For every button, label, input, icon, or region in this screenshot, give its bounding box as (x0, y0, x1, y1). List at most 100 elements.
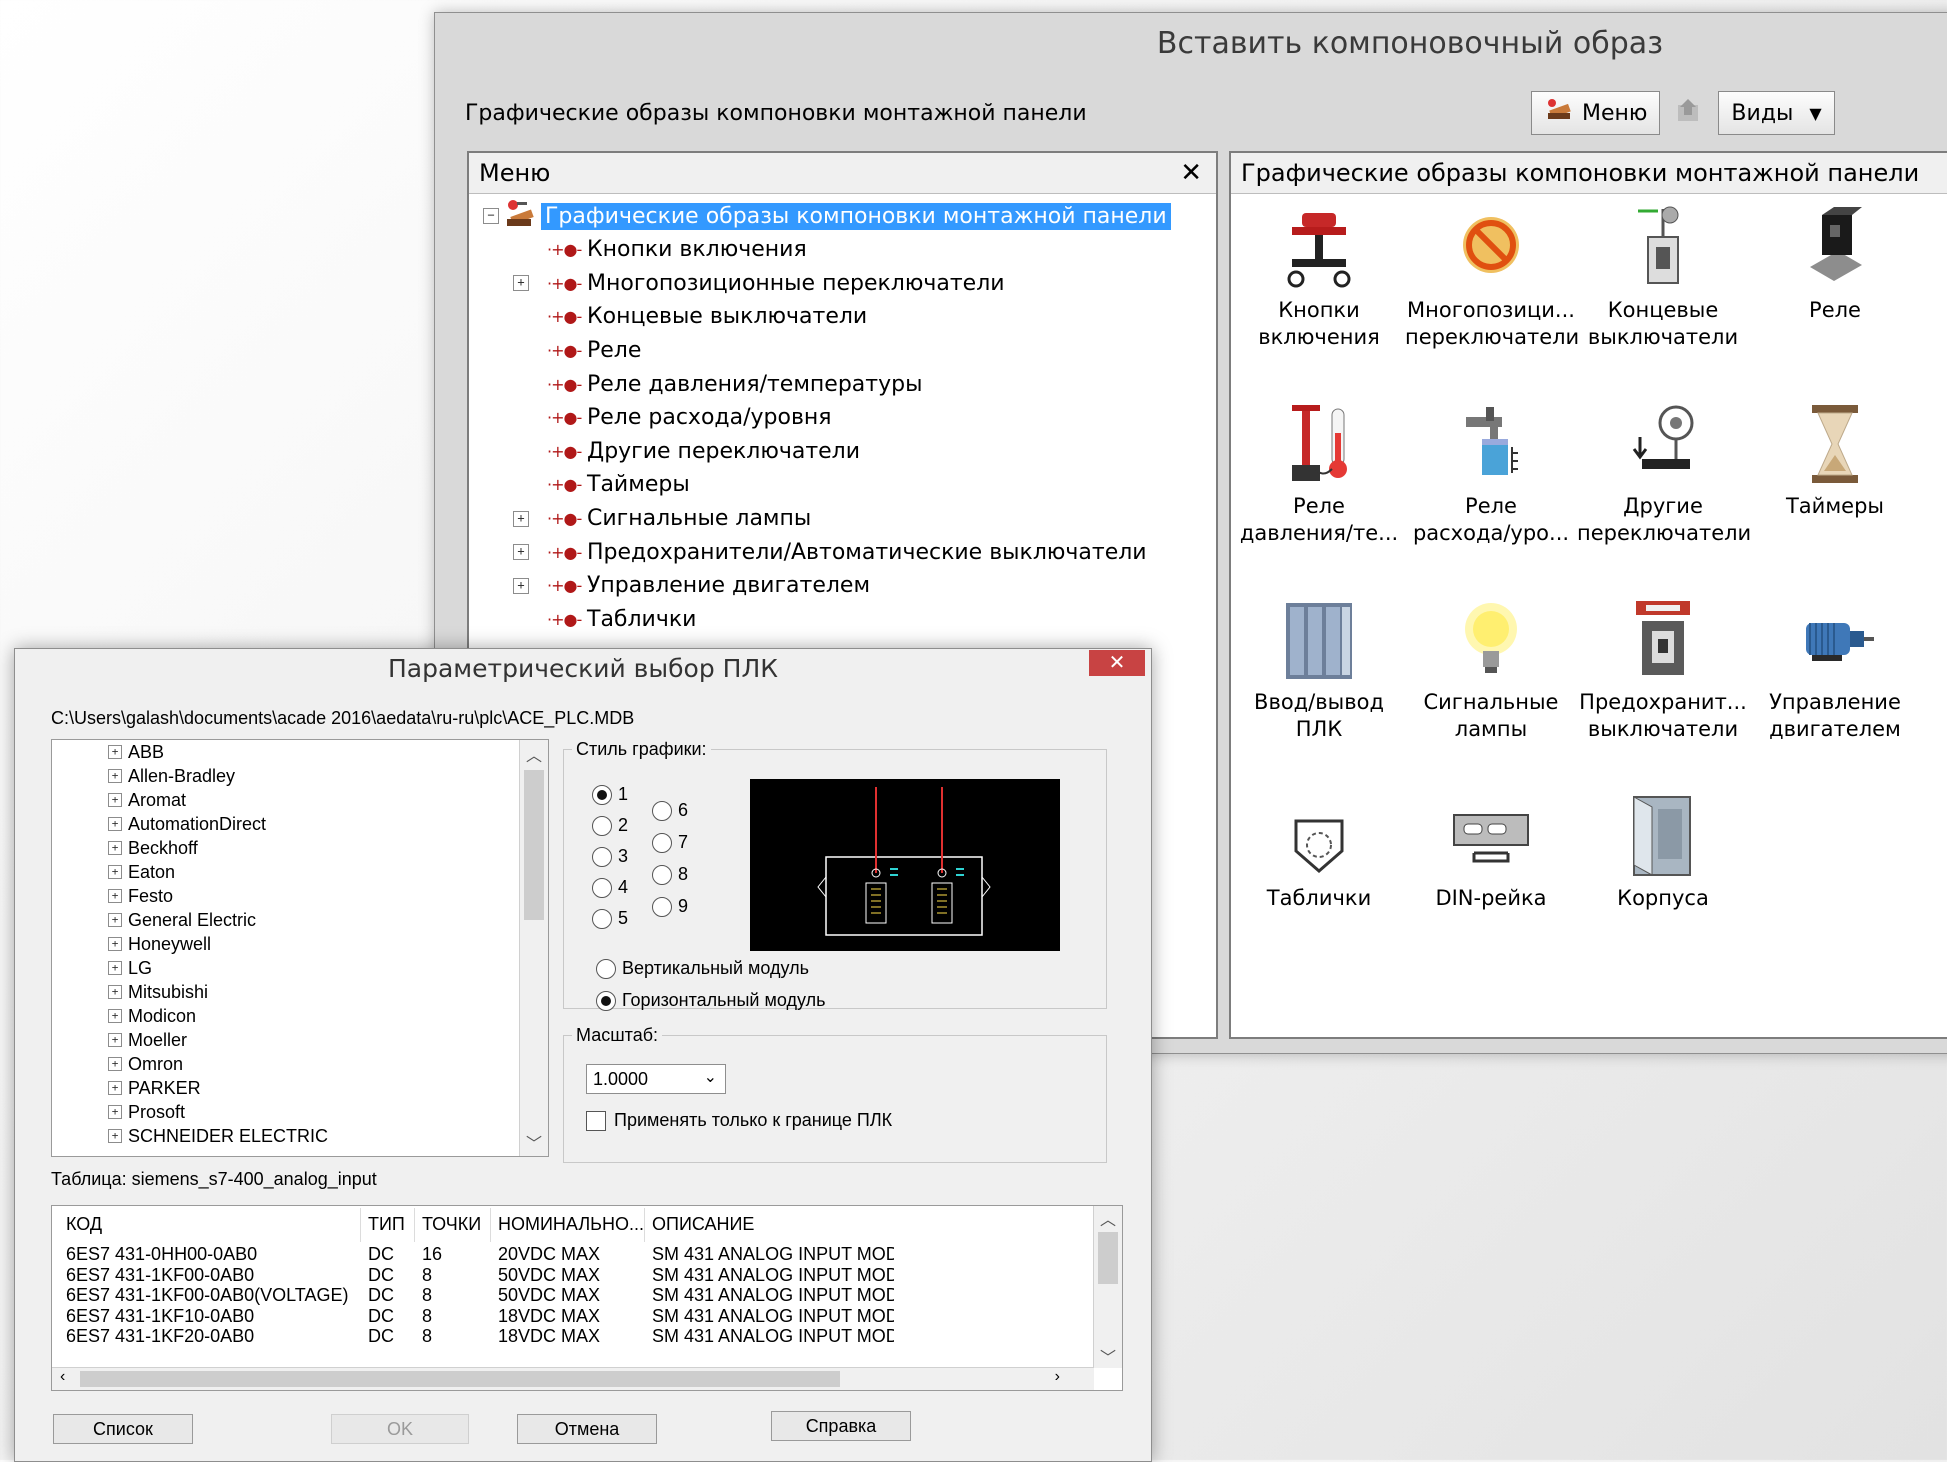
menu-toggle-button[interactable]: Меню (1531, 91, 1661, 135)
ok-button[interactable]: OK (331, 1414, 469, 1444)
graphic-style-option[interactable]: 8 (652, 864, 688, 885)
expand-icon[interactable]: + (108, 769, 122, 783)
expand-icon[interactable]: + (513, 510, 529, 527)
vertical-scrollbar[interactable]: ︿ ﹀ (519, 740, 548, 1156)
column-separator[interactable] (360, 1208, 361, 1242)
manufacturer-item[interactable]: + Modicon (108, 1004, 196, 1028)
help-button[interactable]: Справка (771, 1411, 911, 1441)
manufacturer-item[interactable]: + Honeywell (108, 932, 211, 956)
table-vertical-scrollbar[interactable]: ︿ ﹀ (1093, 1206, 1122, 1368)
close-button[interactable]: ✕ (1089, 650, 1145, 676)
manufacturer-item[interactable]: + Eaton (108, 860, 175, 884)
graphic-style-option[interactable]: 5 (592, 908, 628, 929)
manufacturer-item[interactable]: + Mitsubishi (108, 980, 208, 1004)
manufacturer-item[interactable]: + General Electric (108, 908, 256, 932)
menu-tree-item[interactable]: ·+●- Таблички (519, 603, 1147, 637)
footprint-category-enclosure[interactable]: Корпуса (1577, 791, 1749, 912)
expand-icon[interactable]: + (108, 745, 122, 759)
graphic-style-option[interactable]: 4 (592, 877, 628, 898)
menu-tree-item[interactable]: + ·+●- Сигнальные лампы (513, 502, 1147, 536)
manufacturer-item[interactable]: + PARKER (108, 1076, 201, 1100)
menu-tree-item[interactable]: ·+●- Реле давления/температуры (519, 367, 1147, 401)
plc-codes-table[interactable]: КОД ТИП ТОЧКИ НОМИНАЛЬНО... ОПИСАНИЕ 6ES7 43… (51, 1205, 1123, 1391)
expand-icon[interactable]: + (108, 1057, 122, 1071)
boundary-only-checkbox[interactable]: Применять только к границе ПЛК (586, 1110, 892, 1131)
expand-icon[interactable]: + (513, 275, 529, 292)
expand-icon[interactable]: + (108, 913, 122, 927)
manufacturer-item[interactable]: + LG (108, 956, 152, 980)
manufacturer-item[interactable]: + Beckhoff (108, 836, 198, 860)
close-icon[interactable]: ✕ (1180, 153, 1202, 193)
graphic-style-option[interactable]: 9 (652, 896, 688, 917)
expand-icon[interactable]: + (108, 985, 122, 999)
footprint-category-motor[interactable]: Управление двигателем (1749, 595, 1921, 743)
scroll-right-icon[interactable]: › (1055, 1368, 1060, 1386)
menu-tree-item[interactable]: ·+●- Таймеры (519, 468, 1147, 502)
table-horizontal-scrollbar[interactable]: ‹ › (52, 1367, 1094, 1390)
expand-icon[interactable]: + (108, 865, 122, 879)
menu-tree-item[interactable]: ·+●- Кнопки включения (519, 233, 1147, 267)
manufacturer-item[interactable]: + Omron (108, 1052, 183, 1076)
manufacturer-item[interactable]: + ABB (108, 740, 164, 764)
footprint-category-relay[interactable]: Реле (1749, 203, 1921, 324)
views-dropdown-button[interactable]: Виды ▼ (1718, 91, 1835, 135)
vertical-module-radio[interactable]: Вертикальный модуль (596, 958, 809, 979)
horizontal-module-radio[interactable]: Горизонтальный модуль (596, 990, 825, 1011)
menu-tree-item[interactable]: ·+●- Концевые выключатели (519, 300, 1147, 334)
graphic-style-option[interactable]: 7 (652, 832, 688, 853)
manufacturer-item[interactable]: + SCHNEIDER ELECTRIC (108, 1124, 328, 1148)
scroll-thumb[interactable] (80, 1371, 840, 1387)
expand-icon[interactable]: + (108, 1033, 122, 1047)
expand-icon[interactable]: + (108, 961, 122, 975)
menu-tree-item[interactable]: + ·+●- Многопозиционные переключатели (513, 267, 1147, 301)
manufacturer-item[interactable]: + Festo (108, 884, 173, 908)
expand-icon[interactable]: + (108, 793, 122, 807)
cancel-button[interactable]: Отмена (517, 1414, 657, 1444)
footprint-category-plc-io[interactable]: Ввод/вывод ПЛК (1233, 595, 1405, 743)
scroll-thumb[interactable] (1098, 1232, 1118, 1284)
column-header[interactable]: НОМИНАЛЬНО... (498, 1214, 648, 1238)
column-separator[interactable] (490, 1208, 491, 1242)
expand-icon[interactable]: + (108, 889, 122, 903)
up-level-button[interactable] (1670, 91, 1708, 135)
expand-icon[interactable]: + (108, 1129, 122, 1143)
expand-icon[interactable]: + (108, 841, 122, 855)
manufacturer-item[interactable]: + Prosoft (108, 1100, 185, 1124)
footprint-category-hourglass[interactable]: Таймеры (1749, 399, 1921, 520)
expand-icon[interactable]: + (108, 1009, 122, 1023)
expand-icon[interactable]: + (513, 577, 529, 594)
column-header[interactable]: ТОЧКИ (422, 1214, 492, 1238)
collapse-icon[interactable]: − (483, 208, 499, 224)
scroll-up-icon[interactable]: ︿ (520, 742, 548, 766)
footprint-category-lightbulb[interactable]: Сигнальные лампы (1405, 595, 1577, 743)
manufacturer-item[interactable]: + Allen-Bradley (108, 764, 235, 788)
footprint-category-flow-level[interactable]: Реле расхода/уро... (1405, 399, 1577, 547)
expand-icon[interactable]: + (108, 817, 122, 831)
menu-tree-item[interactable]: ·+●- Реле расхода/уровня (519, 401, 1147, 435)
menu-tree-item[interactable]: + ·+●- Управление двигателем (513, 569, 1147, 603)
manufacturer-item[interactable]: + AutomationDirect (108, 812, 266, 836)
scroll-down-icon[interactable]: ﹀ (1094, 1344, 1122, 1368)
footprint-category-pushbutton[interactable]: Кнопки включения (1233, 203, 1405, 351)
tree-root-node[interactable]: − Графические образы компоновки монтажно… (483, 199, 1171, 231)
scroll-left-icon[interactable]: ‹ (60, 1368, 65, 1386)
manufacturer-item[interactable]: + Aromat (108, 788, 186, 812)
expand-icon[interactable]: + (108, 937, 122, 951)
expand-icon[interactable]: + (108, 1081, 122, 1095)
footprint-category-pressure-temperature[interactable]: Реле давления/те... (1233, 399, 1405, 547)
manufacturer-tree[interactable]: + ABB + Allen-Bradley + Aromat + AutomationDire… (51, 739, 549, 1157)
column-header[interactable]: КОД (66, 1214, 366, 1238)
menu-tree-item[interactable]: ·+●- Другие переключатели (519, 435, 1147, 469)
menu-tree-item[interactable]: ·+●- Реле (519, 334, 1147, 368)
scroll-thumb[interactable] (524, 770, 544, 920)
footprint-category-selector-switch[interactable]: Многопозици... переключатели (1405, 203, 1579, 351)
graphic-style-option[interactable]: 6 (652, 800, 688, 821)
column-header[interactable]: ТИП (368, 1214, 418, 1238)
list-button[interactable]: Список (53, 1414, 193, 1444)
graphic-style-option[interactable]: 2 (592, 815, 628, 836)
graphic-style-option[interactable]: 1 (592, 784, 628, 805)
expand-icon[interactable]: + (108, 1105, 122, 1119)
footprint-category-nameplate[interactable]: Таблички (1233, 791, 1405, 912)
footprint-category-other-switch[interactable]: Другие переключатели (1577, 399, 1751, 547)
column-separator[interactable] (414, 1208, 415, 1242)
